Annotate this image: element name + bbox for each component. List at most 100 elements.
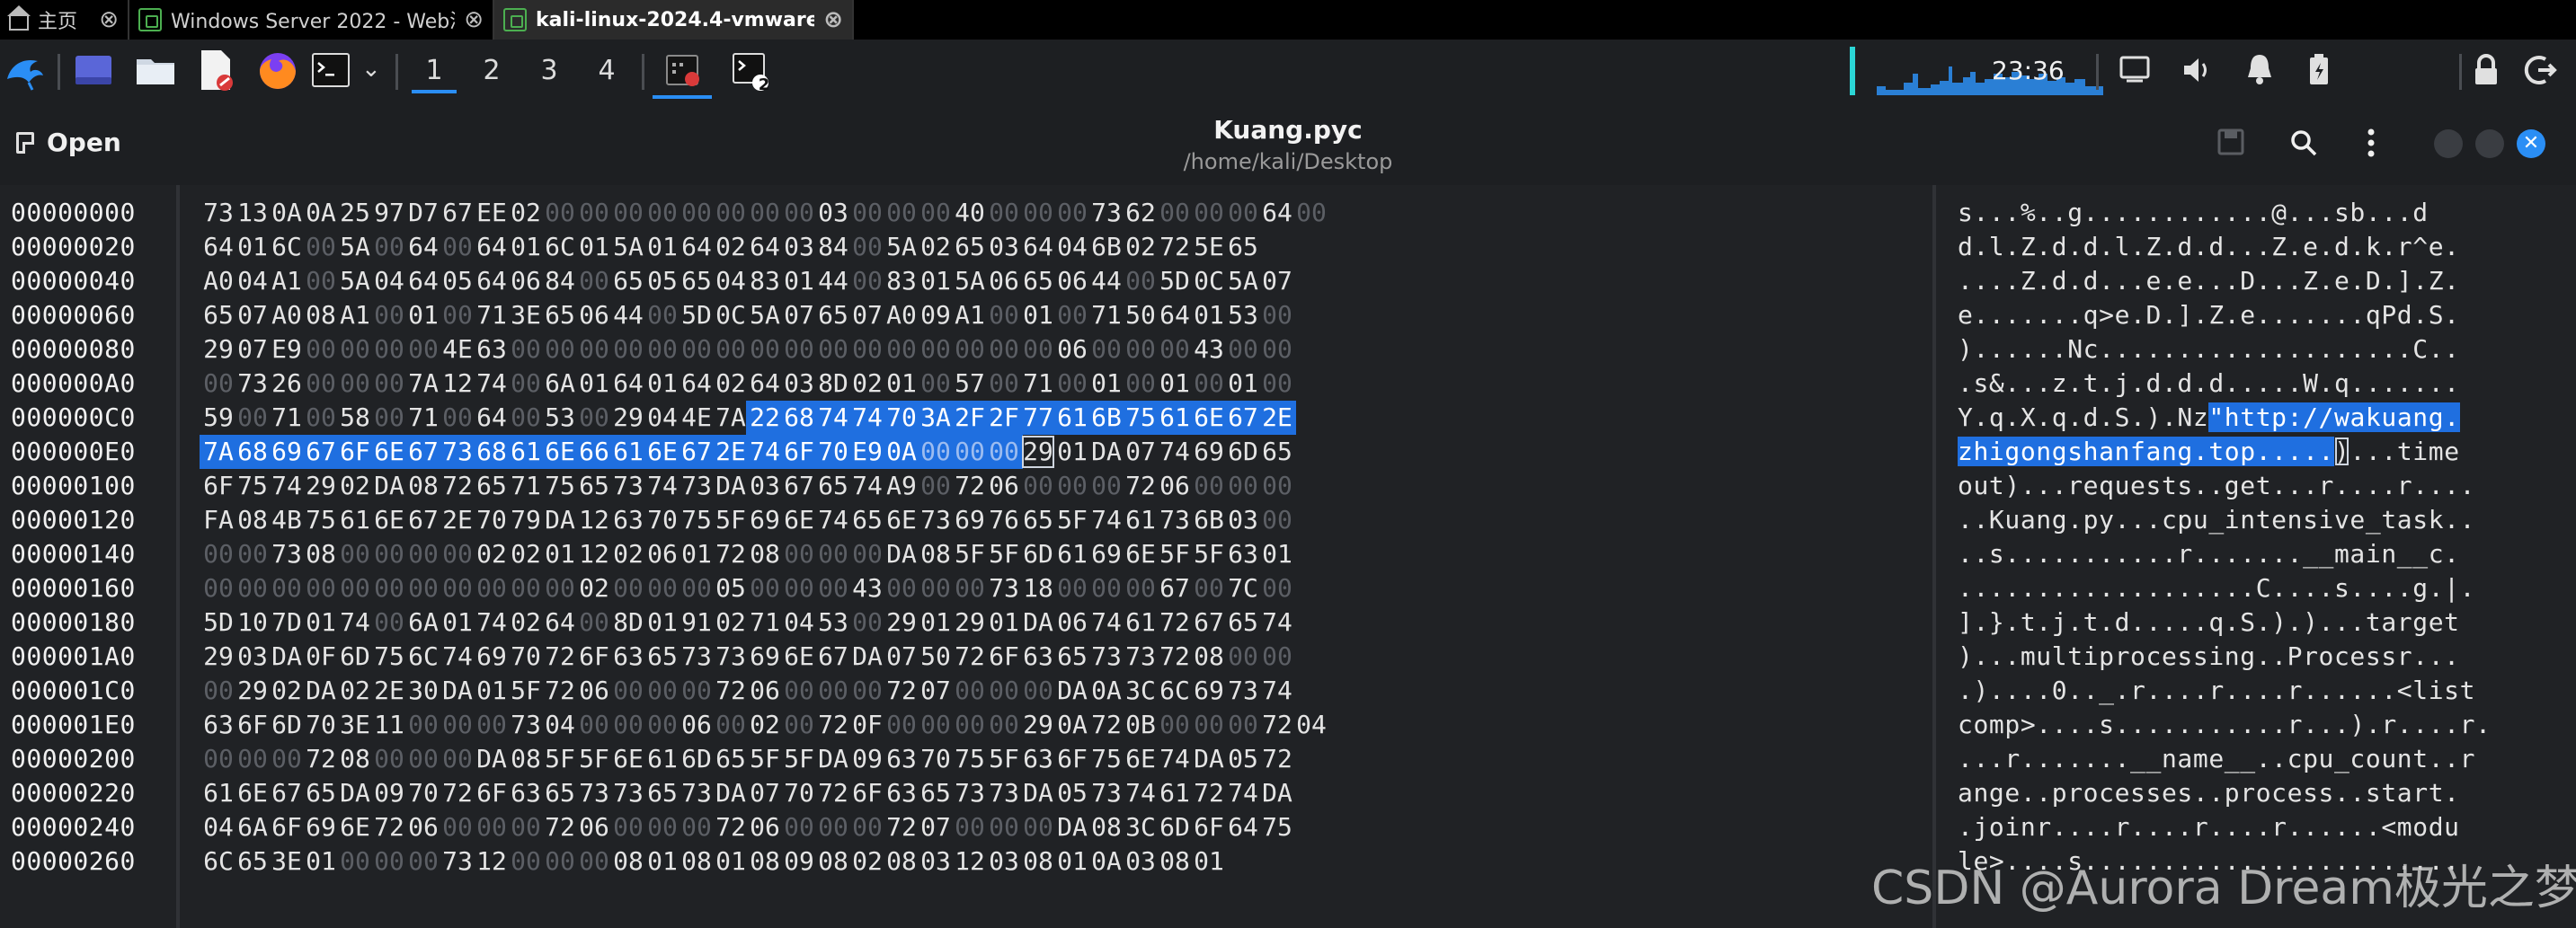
hex-byte[interactable]: 00 bbox=[680, 674, 714, 708]
hex-byte[interactable]: 00 bbox=[440, 571, 475, 605]
hex-byte[interactable]: 65 bbox=[919, 776, 953, 810]
hex-byte[interactable]: 08 bbox=[1021, 844, 1055, 879]
hex-byte[interactable]: 5F bbox=[714, 503, 748, 537]
hex-byte[interactable]: 00 bbox=[440, 298, 475, 332]
hex-byte[interactable]: 00 bbox=[338, 537, 372, 571]
hex-byte[interactable]: 00 bbox=[953, 571, 987, 605]
hex-byte[interactable]: 00 bbox=[1124, 264, 1158, 298]
hex-byte[interactable]: 73 bbox=[680, 469, 714, 503]
hex-byte[interactable]: 75 bbox=[304, 503, 338, 537]
hex-byte[interactable]: 67 bbox=[1192, 605, 1226, 640]
hex-byte[interactable]: 06 bbox=[680, 708, 714, 742]
hex-byte[interactable]: 09 bbox=[372, 776, 406, 810]
hex-byte[interactable]: 01 bbox=[987, 605, 1021, 640]
hex-byte[interactable]: 00 bbox=[850, 810, 884, 844]
hex-byte[interactable]: 64 bbox=[543, 605, 577, 640]
hex-byte[interactable]: 06 bbox=[1158, 469, 1192, 503]
hex-byte[interactable]: 74 bbox=[850, 401, 884, 435]
hex-byte[interactable]: 04 bbox=[782, 605, 816, 640]
hex-byte[interactable]: 74 bbox=[1158, 435, 1192, 469]
hex-byte[interactable]: 07 bbox=[1260, 264, 1294, 298]
hex-byte[interactable]: 00 bbox=[919, 196, 953, 230]
ascii-line[interactable]: .joinr....r....r....r......<modu bbox=[1958, 810, 2460, 844]
hex-byte[interactable]: 07 bbox=[1124, 435, 1158, 469]
hex-byte[interactable]: 00 bbox=[440, 708, 475, 742]
hex-byte[interactable]: 73 bbox=[680, 776, 714, 810]
hex-byte[interactable]: 02 bbox=[509, 196, 543, 230]
workspace-1[interactable]: 1 bbox=[412, 49, 457, 93]
hex-byte[interactable]: 70 bbox=[406, 776, 440, 810]
hex-byte[interactable]: 00 bbox=[201, 367, 235, 401]
hex-byte[interactable]: 29 bbox=[884, 605, 919, 640]
hex-byte[interactable]: DA bbox=[1021, 605, 1055, 640]
hex-byte[interactable]: 01 bbox=[304, 844, 338, 879]
hex-byte[interactable]: 6C bbox=[1158, 674, 1192, 708]
hex-byte[interactable]: 69 bbox=[748, 640, 782, 674]
hex-byte[interactable]: 03 bbox=[987, 844, 1021, 879]
hex-byte[interactable]: 02 bbox=[338, 674, 372, 708]
hex-byte[interactable]: 29 bbox=[304, 469, 338, 503]
hex-byte[interactable]: 0A bbox=[1055, 708, 1089, 742]
hex-byte[interactable]: 00 bbox=[782, 674, 816, 708]
hex-byte[interactable]: 6D bbox=[1158, 810, 1192, 844]
hex-byte[interactable]: 6E bbox=[884, 503, 919, 537]
hex-byte[interactable]: 6D bbox=[680, 742, 714, 776]
hex-byte[interactable]: 00 bbox=[1021, 810, 1055, 844]
hex-byte[interactable]: 6F bbox=[270, 810, 304, 844]
hex-byte[interactable]: 02 bbox=[714, 230, 748, 264]
hex-byte[interactable]: 4B bbox=[270, 503, 304, 537]
ascii-line[interactable]: zhigongshanfang.top.....)...time bbox=[1958, 435, 2460, 469]
hex-byte[interactable]: 69 bbox=[475, 640, 509, 674]
hex-byte[interactable]: DA bbox=[304, 674, 338, 708]
hex-byte[interactable]: 00 bbox=[816, 537, 850, 571]
hex-byte[interactable]: 08 bbox=[748, 844, 782, 879]
hex-byte[interactable]: 00 bbox=[611, 196, 645, 230]
clock[interactable]: 23:36 bbox=[1992, 56, 2065, 85]
hex-byte[interactable]: 00 bbox=[919, 469, 953, 503]
hex-byte[interactable]: 70 bbox=[304, 708, 338, 742]
hex-byte[interactable]: 00 bbox=[953, 332, 987, 367]
hex-byte[interactable]: 00 bbox=[1158, 708, 1192, 742]
hex-byte[interactable]: 04 bbox=[645, 401, 680, 435]
hex-byte[interactable]: 65 bbox=[475, 469, 509, 503]
hex-byte[interactable]: 6A bbox=[235, 810, 270, 844]
hex-byte[interactable]: 71 bbox=[270, 401, 304, 435]
hex-byte[interactable]: 64 bbox=[475, 264, 509, 298]
hex-byte[interactable]: 00 bbox=[748, 196, 782, 230]
hex-byte[interactable]: 22 bbox=[748, 401, 782, 435]
hex-byte[interactable]: 0A bbox=[270, 196, 304, 230]
hex-byte[interactable]: 02 bbox=[509, 537, 543, 571]
close-icon[interactable]: ⊗ bbox=[99, 6, 119, 33]
hex-byte[interactable]: 74 bbox=[1260, 674, 1294, 708]
ascii-line[interactable]: comp>....s...........r...).r....r. bbox=[1958, 708, 2492, 742]
hex-byte[interactable]: 73 bbox=[919, 503, 953, 537]
hex-byte[interactable]: 29 bbox=[201, 332, 235, 367]
hex-byte[interactable]: 29 bbox=[201, 640, 235, 674]
hex-byte[interactable]: 73 bbox=[680, 640, 714, 674]
logout-icon[interactable] bbox=[2524, 52, 2560, 88]
ascii-line[interactable]: )...multiprocessing..Processr... bbox=[1958, 640, 2460, 674]
hex-byte[interactable]: 01 bbox=[645, 844, 680, 879]
hex-byte[interactable]: DA bbox=[1021, 776, 1055, 810]
hex-byte[interactable]: 00 bbox=[372, 332, 406, 367]
hex-byte[interactable]: 70 bbox=[475, 503, 509, 537]
hex-byte[interactable]: 01 bbox=[919, 264, 953, 298]
hex-byte[interactable]: 02 bbox=[850, 844, 884, 879]
hex-byte[interactable]: 00 bbox=[372, 605, 406, 640]
hex-byte[interactable]: 07 bbox=[235, 298, 270, 332]
hex-byte[interactable]: A0 bbox=[201, 264, 235, 298]
hex-byte[interactable]: 3E bbox=[338, 708, 372, 742]
hex-byte[interactable]: FA bbox=[201, 503, 235, 537]
hex-byte[interactable]: DA bbox=[440, 674, 475, 708]
hex-byte[interactable]: 00 bbox=[304, 264, 338, 298]
workspace-4[interactable]: 4 bbox=[584, 49, 629, 93]
hex-byte[interactable]: 64 bbox=[1260, 196, 1294, 230]
hex-byte[interactable]: 07 bbox=[235, 332, 270, 367]
hex-byte[interactable]: 5F bbox=[577, 742, 611, 776]
hex-byte[interactable]: 74 bbox=[816, 503, 850, 537]
ascii-line[interactable]: Y.q.X.q.d.S.).Nz"http://wakuang. bbox=[1958, 401, 2460, 435]
hex-byte[interactable]: 00 bbox=[543, 196, 577, 230]
hex-byte[interactable]: 75 bbox=[953, 742, 987, 776]
hex-byte[interactable]: 64 bbox=[406, 230, 440, 264]
hex-byte[interactable]: 6F bbox=[850, 776, 884, 810]
